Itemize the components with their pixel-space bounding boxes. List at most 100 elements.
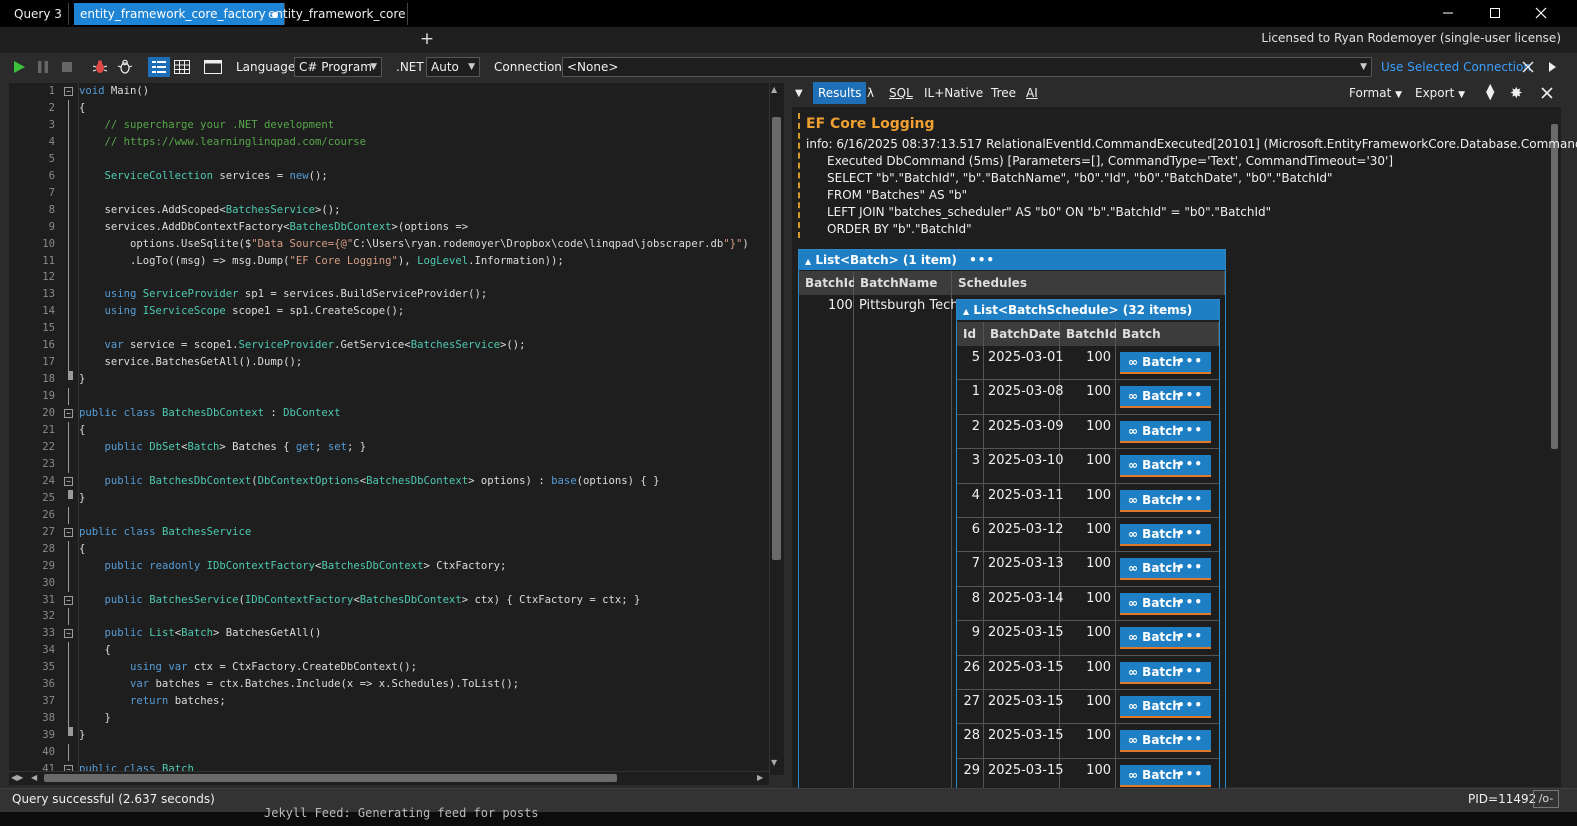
batch-list-header[interactable]: ▲ List<Batch> (1 item) ••• — [799, 250, 1225, 270]
code-line[interactable]: 3 // supercharge your .NET development — [9, 116, 769, 134]
tab-tree[interactable]: Tree — [991, 86, 1016, 100]
code-line[interactable]: 18} — [9, 371, 769, 388]
more-options-icon[interactable]: ••• — [1177, 489, 1203, 509]
output-window-icon[interactable] — [204, 58, 222, 76]
split-view-icon[interactable]: ◀▶ — [11, 773, 23, 782]
schedule-list-header[interactable]: ▲ List<BatchSchedule> (32 items) ••• — [957, 300, 1219, 339]
fold-toggle-icon[interactable]: − — [64, 476, 73, 486]
code-line[interactable]: 39} — [9, 727, 769, 744]
more-options-icon[interactable]: ••• — [1177, 523, 1203, 543]
dotnet-select[interactable]: Auto ▼ — [426, 57, 480, 77]
batch-link-button[interactable]: ∞ Batch ••• — [1120, 420, 1211, 443]
tab-entity-framework-core-factory[interactable]: entity_framework_core_factory — [74, 3, 285, 25]
code-line[interactable]: 40 — [9, 744, 769, 762]
code-line[interactable]: 13 using ServiceProvider sp1 = services.… — [9, 286, 769, 304]
debug-bug-icon[interactable] — [91, 58, 109, 76]
code-line[interactable]: 31− public BatchesService(IDbContextFact… — [9, 592, 769, 609]
more-options-icon[interactable]: ••• — [1177, 420, 1203, 440]
fold-toggle-icon[interactable]: − — [64, 595, 73, 605]
code-line[interactable]: 23 — [9, 455, 769, 473]
more-options-icon[interactable]: ••• — [1177, 557, 1203, 577]
export-menu[interactable]: Export ▼ — [1415, 86, 1465, 100]
batch-link-button[interactable]: ∞ Batch ••• — [1120, 352, 1211, 374]
code-line[interactable]: 14 using IServiceScope scope1 = sp1.Crea… — [9, 303, 769, 321]
code-line[interactable]: 36 var batches = ctx.Batches.Include(x =… — [9, 676, 769, 694]
code-line[interactable]: 19 — [9, 388, 769, 406]
language-select[interactable]: C# Program ▼ — [294, 57, 382, 77]
tab-entity-framework-core[interactable]: entity_framework_core — [262, 3, 408, 25]
code-line[interactable]: 15 — [9, 320, 769, 338]
run-icon[interactable] — [10, 58, 28, 76]
batch-link-button[interactable]: ∞ Batch ••• — [1120, 489, 1211, 512]
use-selected-connection-link[interactable]: Use Selected Connection — [1381, 60, 1531, 74]
editor-hscroll-thumb[interactable] — [44, 774, 617, 782]
code-line[interactable]: 16 var service = scope1.ServiceProvider.… — [9, 337, 769, 355]
code-line[interactable]: 37 return batches; — [9, 693, 769, 711]
code-line[interactable]: 32 — [9, 608, 769, 626]
more-options-icon[interactable]: ••• — [1177, 592, 1203, 612]
more-options-icon[interactable]: ••• — [1177, 385, 1203, 405]
code-line[interactable]: 38 } — [9, 710, 769, 728]
fold-toggle-icon[interactable]: − — [64, 87, 73, 96]
more-options-icon[interactable]: ••• — [969, 253, 995, 267]
results-rich-text-icon[interactable] — [148, 57, 170, 77]
collapse-results-icon[interactable]: ▼ — [795, 88, 803, 99]
pause-icon[interactable] — [34, 58, 52, 76]
debug-break-bug-icon[interactable] — [116, 58, 134, 76]
batch-link-button[interactable]: ∞ Batch ••• — [1120, 661, 1211, 684]
chevron-right-icon[interactable] — [1543, 58, 1561, 76]
code-line[interactable]: 17 service.BatchesGetAll().Dump(); — [9, 354, 769, 372]
tab-results[interactable]: Results — [813, 82, 867, 104]
results-scroll-thumb[interactable] — [1551, 124, 1558, 449]
fold-toggle-icon[interactable]: − — [64, 409, 73, 419]
tab-lambda[interactable]: λ — [867, 86, 874, 100]
code-editor[interactable]: 1− void Main() 2{3 // supercharge your .NE… — [9, 83, 784, 775]
scroll-up-icon[interactable]: ▲ — [771, 85, 777, 94]
editor-scroll-thumb[interactable] — [772, 117, 781, 560]
code-line[interactable]: 33− public List<Batch> BatchesGetAll() — [9, 625, 769, 642]
code-line[interactable]: 12 — [9, 269, 769, 287]
batch-link-button[interactable]: ∞ Batch ••• — [1120, 626, 1211, 650]
code-line[interactable]: 30 — [9, 574, 769, 592]
close-connection-icon[interactable] — [1519, 58, 1537, 76]
code-line[interactable]: 26 — [9, 506, 769, 524]
close-results-icon[interactable] — [1538, 84, 1556, 102]
code-line[interactable]: 21 { — [9, 422, 769, 439]
connection-select[interactable]: <None> ▼ — [562, 57, 1372, 77]
code-line[interactable]: 5 — [9, 150, 769, 168]
stop-icon[interactable] — [58, 58, 76, 76]
code-line[interactable]: 7 — [9, 184, 769, 202]
maximize-icon[interactable] — [1472, 0, 1518, 26]
more-options-icon[interactable]: ••• — [1177, 695, 1203, 715]
code-line[interactable]: 8 services.AddScoped<BatchesService>(); — [9, 201, 769, 219]
code-line[interactable]: 4 // https://www.learninglinqpad.com/cou… — [9, 133, 769, 151]
batch-link-button[interactable]: ∞ Batch ••• — [1120, 729, 1211, 753]
code-line[interactable]: 2{ — [9, 99, 769, 117]
code-line[interactable]: 25} — [9, 489, 769, 507]
code-line[interactable]: 24− public BatchesDbContext(DbContextOpt… — [9, 473, 769, 490]
new-tab-plus-icon[interactable]: + — [418, 30, 436, 48]
process-toggle-button[interactable]: /o- — [1533, 790, 1559, 808]
code-line[interactable]: 20− public class BatchesDbContext : DbCon… — [9, 405, 769, 422]
more-options-icon[interactable]: ••• — [1177, 764, 1203, 784]
code-line[interactable]: 10 options.UseSqlite($"Data Source={@"C:… — [9, 235, 769, 253]
batch-link-button[interactable]: ∞ Batch ••• — [1120, 557, 1211, 581]
more-options-icon[interactable]: ••• — [1177, 661, 1203, 681]
format-menu[interactable]: Format ▼ — [1349, 86, 1402, 100]
fold-toggle-icon[interactable]: − — [64, 527, 73, 537]
results-grid-icon[interactable] — [173, 58, 191, 76]
batch-link-button[interactable]: ∞ Batch ••• — [1120, 385, 1211, 409]
more-options-icon[interactable]: ••• — [1177, 351, 1203, 371]
code-line[interactable]: 34 { — [9, 642, 769, 660]
more-options-icon[interactable]: ••• — [1177, 729, 1203, 749]
arrange-panels-icon[interactable]: ▲ ▼ — [1486, 82, 1494, 101]
more-options-icon[interactable]: ••• — [1177, 626, 1203, 646]
code-line[interactable]: 29 public readonly IDbContextFactory<Bat… — [9, 557, 769, 575]
scroll-left-icon[interactable]: ◀ — [31, 773, 37, 782]
code-line[interactable]: 35 using var ctx = CtxFactory.CreateDbCo… — [9, 659, 769, 677]
scroll-right-icon[interactable]: ▶ — [757, 773, 763, 782]
batch-link-button[interactable]: ∞ Batch ••• — [1120, 455, 1211, 478]
tab-sql[interactable]: SQL — [889, 86, 913, 100]
batch-link-button[interactable]: ∞ Batch ••• — [1120, 696, 1211, 718]
scroll-down-icon[interactable]: ▼ — [771, 758, 777, 767]
